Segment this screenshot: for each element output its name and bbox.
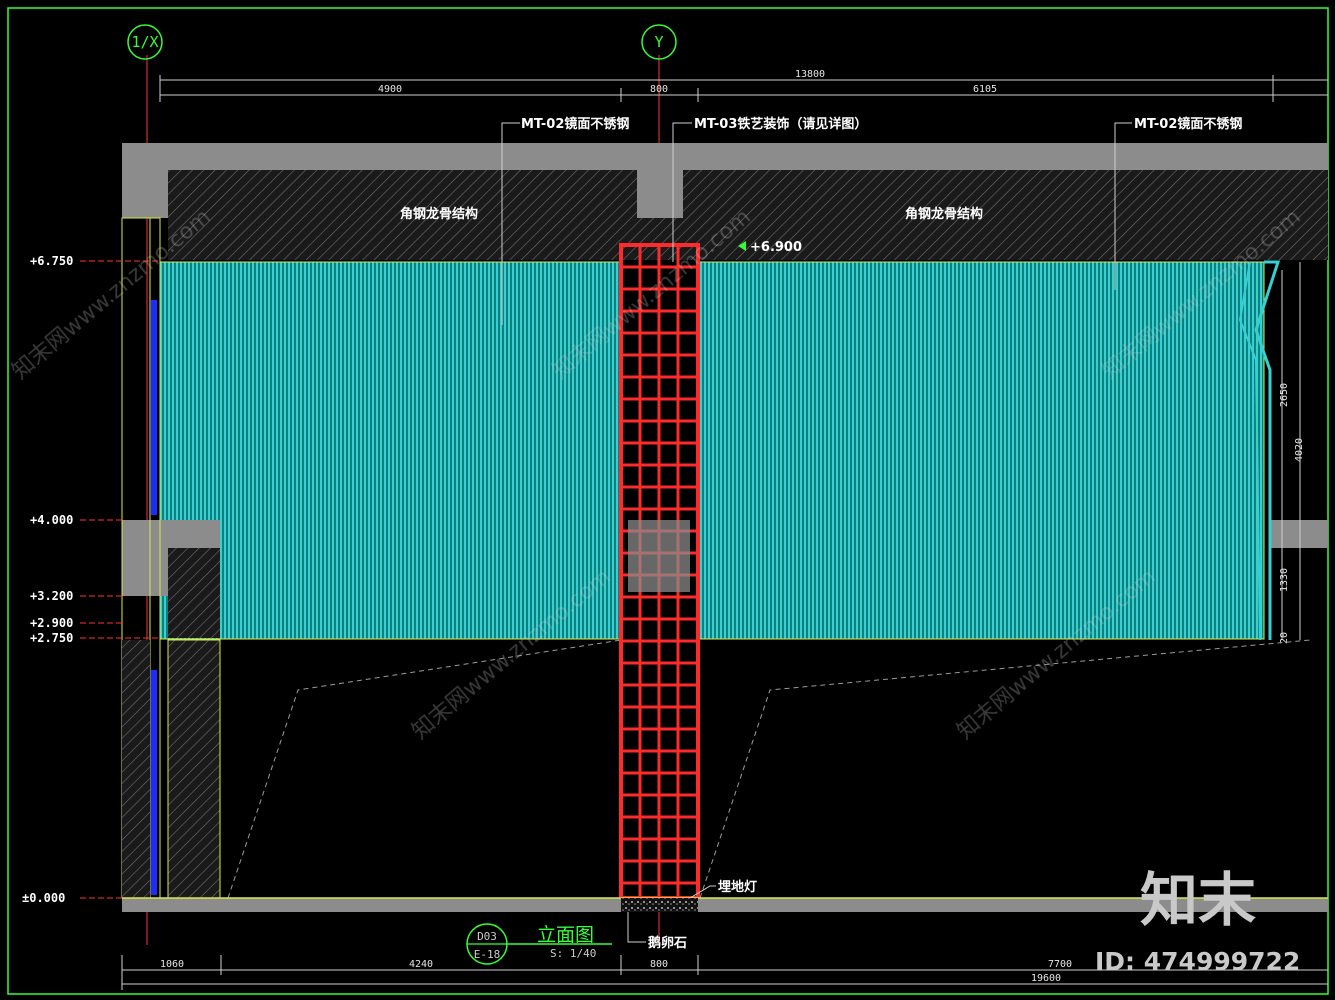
elevation-drawing: 1/X Y 13800 4900 800 6105 2650 4020 1330… (7, 7, 1329, 995)
svg-text:D03: D03 (477, 930, 497, 943)
dim-right-2: 4020 (1294, 438, 1305, 462)
upper-beam-mid (637, 170, 683, 218)
svg-text:+2.900: +2.900 (30, 616, 73, 630)
dim-bottom-4: 7700 (1048, 959, 1072, 970)
drawing-title-block: D03 E-18 立面图 S: 1/40 (466, 923, 612, 965)
dashed-guides (227, 639, 1311, 899)
mid-slab-hatch (168, 548, 220, 638)
svg-text:1/X: 1/X (131, 33, 158, 51)
screen-mid-panel (628, 520, 690, 592)
level-4000: +4.000 (30, 513, 122, 527)
level-2900: +2.900 (30, 616, 122, 630)
svg-text:MT-02镜面不锈钢: MT-02镜面不锈钢 (1134, 116, 1242, 132)
dim-top-3: 6105 (973, 84, 997, 95)
mid-slab-left (122, 520, 220, 548)
label-steel-right: 角钢龙骨结构 (905, 206, 983, 222)
svg-text:立面图: 立面图 (537, 924, 594, 946)
dim-right-1: 2650 (1279, 383, 1290, 407)
top-dimension-chain (159, 75, 1328, 102)
upper-slab-corner-left (122, 170, 168, 218)
svg-text:+6.900: +6.900 (750, 240, 802, 255)
dim-bottom-overall: 19600 (1031, 973, 1061, 984)
dim-overall-top: 13800 (795, 69, 825, 80)
svg-text:Y: Y (654, 33, 663, 51)
svg-text:+2.750: +2.750 (30, 631, 73, 645)
level-0000: ±0.000 (22, 891, 122, 905)
fluted-panel-left (159, 261, 622, 640)
callout-floor-light: 埋地灯 (689, 879, 757, 899)
upper-slab (122, 143, 1328, 170)
dim-bottom-3: 800 (650, 959, 668, 970)
dim-top-2: 800 (650, 84, 668, 95)
mid-slab-right (1270, 520, 1328, 548)
svg-text:S: 1/40: S: 1/40 (550, 947, 596, 960)
dim-top-1: 4900 (378, 84, 402, 95)
watermark-id: ID: 474999722 (1095, 947, 1300, 976)
svg-text:E-18: E-18 (474, 948, 501, 961)
grid-bubble-1x: 1/X (127, 24, 163, 60)
svg-text:+3.200: +3.200 (30, 589, 73, 603)
dim-bottom-1: 1060 (160, 959, 184, 970)
svg-text:埋地灯: 埋地灯 (718, 879, 757, 895)
label-steel-left: 角钢龙骨结构 (400, 206, 478, 222)
watermark-logo: 知末 (1140, 866, 1256, 934)
level-3200: +3.200 (30, 589, 122, 603)
mid-slab-left-lower (122, 548, 168, 596)
callout-pebbles: 鹅卵石 (627, 912, 687, 951)
svg-text:MT-02镜面不锈钢: MT-02镜面不锈钢 (521, 116, 629, 132)
svg-text:±0.000: ±0.000 (22, 891, 65, 905)
svg-text:+4.000: +4.000 (30, 513, 73, 527)
dim-right-3: 1330 (1279, 568, 1290, 592)
svg-text:+6.750: +6.750 (30, 254, 73, 268)
svg-text:MT-03铁艺装饰（请见详图）: MT-03铁艺装饰（请见详图） (694, 116, 867, 132)
svg-text:鹅卵石: 鹅卵石 (648, 935, 687, 951)
pebble-strip (621, 898, 698, 912)
grid-bubble-y: Y (641, 24, 677, 60)
dim-bottom-2: 4240 (409, 959, 433, 970)
